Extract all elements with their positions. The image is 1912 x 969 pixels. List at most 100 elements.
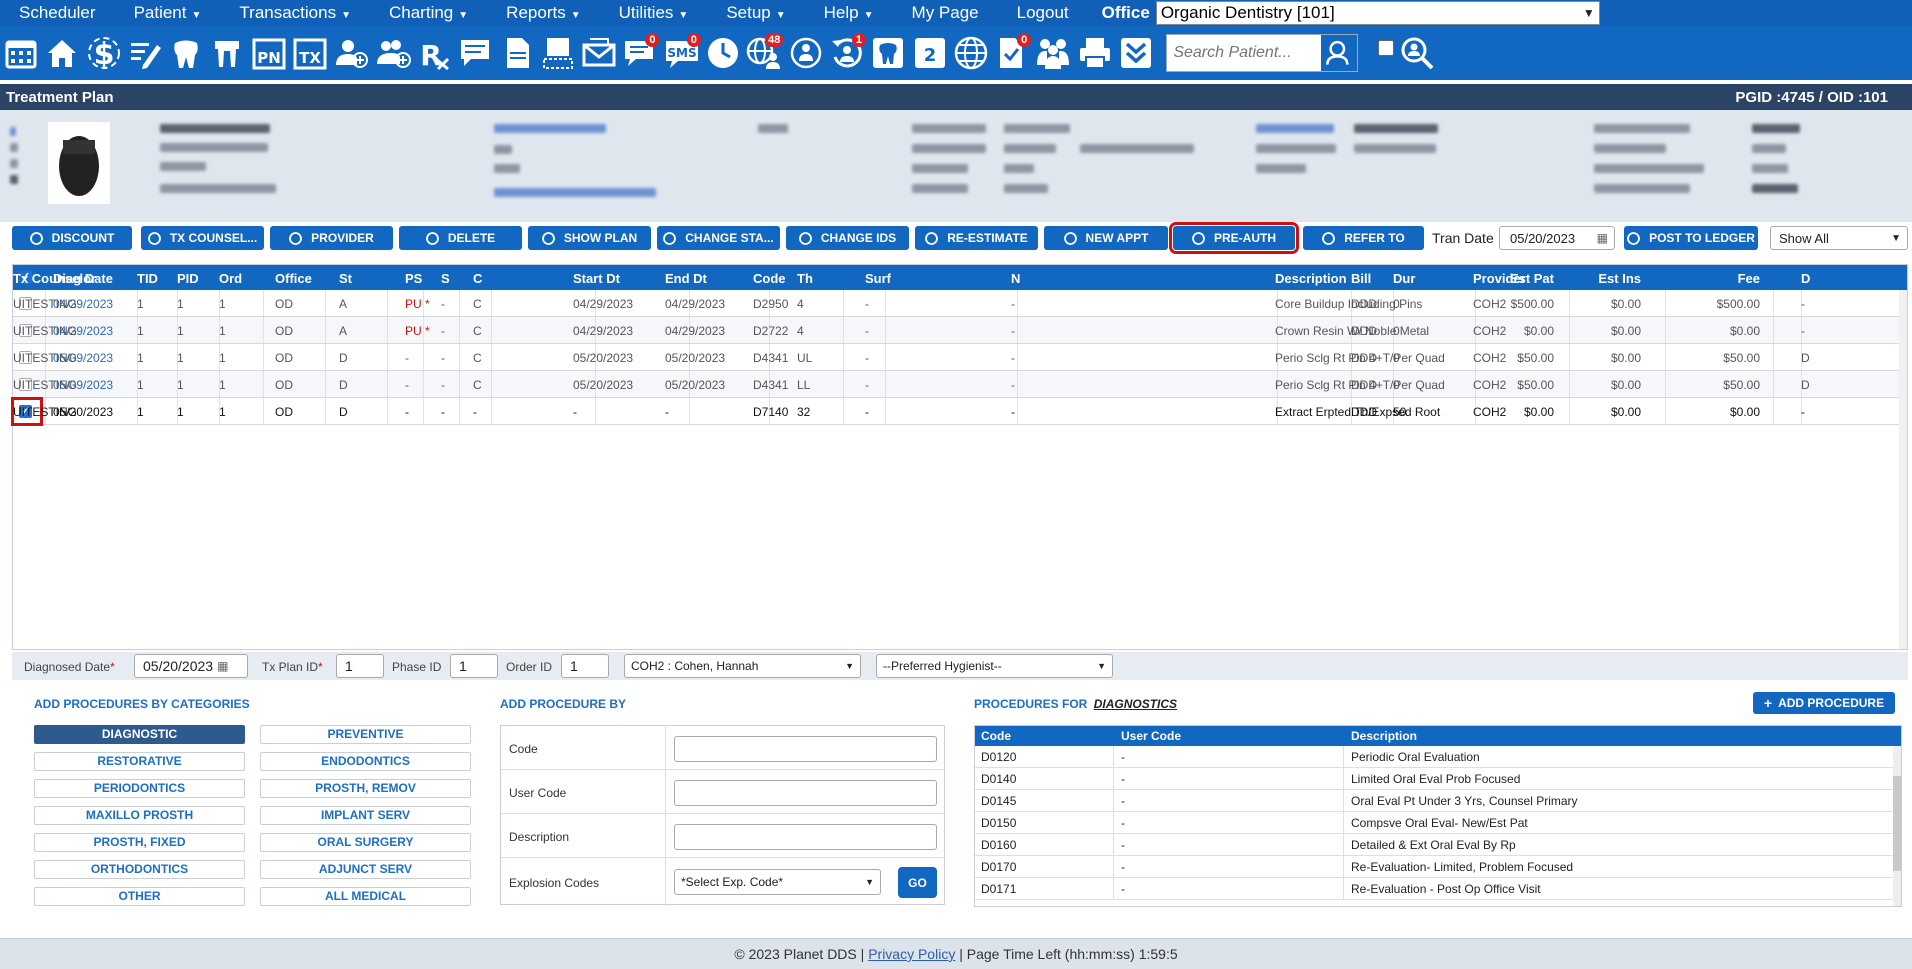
show-filter-select[interactable]: Show All ▼ — [1770, 226, 1908, 250]
delete-button[interactable]: DELETE — [399, 226, 522, 250]
category-implant-serv[interactable]: IMPLANT SERV — [260, 806, 471, 825]
category-other[interactable]: OTHER — [34, 887, 245, 906]
change-ids-button[interactable]: CHANGE IDS — [786, 226, 909, 250]
add-patient-icon[interactable] — [332, 31, 370, 75]
diag-date-input[interactable]: 05/20/2023 ▦ — [134, 654, 248, 678]
col-header-pid[interactable]: PID — [177, 271, 199, 286]
col-header-code[interactable]: Code — [753, 271, 786, 286]
privacy-policy-link[interactable]: Privacy Policy — [868, 946, 955, 962]
tx-icon[interactable]: TX — [291, 31, 329, 75]
user-code-input[interactable] — [674, 780, 937, 806]
category-orthodontics[interactable]: ORTHODONTICS — [34, 860, 245, 879]
order-id-input[interactable]: 1 — [561, 654, 609, 678]
col-header-start-dt[interactable]: Start Dt — [573, 271, 620, 286]
proc-col-description[interactable]: Description — [1351, 729, 1417, 743]
table-row[interactable]: 04/29/2023 1 1 1 OD A PU * - C 04/29/2023 04/29/20… — [13, 290, 1907, 317]
dollar-icon[interactable]: $ — [85, 31, 123, 75]
table-row[interactable]: 05/20/2023111ODD-----D714032--Extract Er… — [11, 397, 1907, 426]
home-icon[interactable] — [43, 31, 81, 75]
description-input[interactable] — [674, 824, 937, 850]
category-adjunct-serv[interactable]: ADJUNCT SERV — [260, 860, 471, 879]
procedure-row[interactable]: D0170 - Re-Evaluation- Limited, Problem Fo… — [975, 856, 1893, 878]
tooth-alt-icon[interactable] — [869, 31, 907, 75]
table-row[interactable]: 05/09/2023 1 1 1 OD D - - C 05/20/2023 05/20/2023 D… — [13, 344, 1907, 371]
col-header-ord[interactable]: Ord — [219, 271, 242, 286]
clock-icon[interactable] — [704, 31, 742, 75]
calendar-icon[interactable]: ▦ — [1597, 231, 1608, 245]
document-check-icon[interactable]: 0 — [993, 31, 1032, 75]
show-plan-button[interactable]: SHOW PLAN — [528, 226, 651, 250]
phase-id-input[interactable]: 1 — [450, 654, 498, 678]
printer-icon[interactable] — [1076, 31, 1114, 75]
tooth-icon[interactable] — [167, 31, 205, 75]
document-icon[interactable] — [498, 31, 536, 75]
col-header-s[interactable]: S — [441, 271, 450, 286]
sms-icon[interactable]: SMS 0 — [663, 31, 701, 75]
col-header-st[interactable]: St — [339, 271, 352, 286]
menu-transactions[interactable]: Transactions ▼ — [220, 3, 370, 23]
procedure-row[interactable]: D0120 - Periodic Oral Evaluation — [975, 746, 1893, 768]
pencil-list-icon[interactable] — [126, 31, 164, 75]
proc-col-user-code[interactable]: User Code — [1121, 729, 1181, 743]
add-family-icon[interactable] — [374, 31, 412, 75]
search-input[interactable] — [1167, 36, 1320, 70]
table-row[interactable]: 05/09/2023 1 1 1 OD D - - C 05/20/2023 05/20/2023 D… — [13, 371, 1907, 398]
procedure-row[interactable]: D0145 - Oral Eval Pt Under 3 Yrs, Counsel … — [975, 790, 1893, 812]
grid-scrollbar[interactable] — [1899, 290, 1907, 649]
tx-plan-id-input[interactable]: 1 — [336, 654, 384, 678]
col-header-bill[interactable]: Bill — [1351, 271, 1371, 286]
col-header-office[interactable]: Office — [275, 271, 312, 286]
category-prosth-fixed[interactable]: PROSTH, FIXED — [34, 833, 245, 852]
category-endodontics[interactable]: ENDODONTICS — [260, 752, 471, 771]
menu-logout[interactable]: Logout — [998, 3, 1088, 23]
code-input[interactable] — [674, 736, 937, 762]
col-header-est-pat[interactable]: Est Pat — [1510, 271, 1554, 286]
menu-my-page[interactable]: My Page — [893, 3, 998, 23]
col-header-est-ins[interactable]: Est Ins — [1598, 271, 1641, 286]
toolbar-checkbox[interactable] — [1378, 40, 1395, 56]
provider-select[interactable]: COH2 : Cohen, Hannah ▼ — [624, 654, 861, 678]
category-prosth-remov[interactable]: PROSTH, REMOV — [260, 779, 471, 798]
provider-button[interactable]: PROVIDER — [270, 226, 393, 250]
col-header-end-dt[interactable]: End Dt — [665, 271, 707, 286]
col-header-ps[interactable]: PS — [405, 271, 422, 286]
people-icon[interactable] — [1034, 31, 1072, 75]
hygienist-select[interactable]: --Preferred Hygienist-- ▼ — [876, 654, 1113, 678]
category-periodontics[interactable]: PERIODONTICS — [34, 779, 245, 798]
col-header-surf[interactable]: Surf — [865, 271, 891, 286]
procedures-scrollbar[interactable] — [1893, 746, 1901, 906]
add-procedure-button[interactable]: + ADD PROCEDURE — [1753, 692, 1895, 714]
globe-icon[interactable] — [952, 31, 990, 75]
globe-people-icon[interactable]: 48 — [745, 31, 784, 75]
scan-icon[interactable] — [539, 31, 577, 75]
explosion-code-select[interactable]: *Select Exp. Code* ▼ — [674, 869, 881, 895]
refer-to-button[interactable]: REFER TO — [1303, 226, 1424, 250]
menu-scheduler[interactable]: Scheduler — [0, 3, 115, 23]
col-header-n[interactable]: N — [1011, 271, 1020, 286]
tooth-roots-icon[interactable] — [208, 31, 246, 75]
refresh-user-icon[interactable]: 1 — [828, 31, 866, 75]
procedure-row[interactable]: D0140 - Limited Oral Eval Prob Focused — [975, 768, 1893, 790]
chevron-down-icon[interactable] — [1117, 31, 1155, 75]
menu-help[interactable]: Help ▼ — [805, 3, 893, 23]
menu-patient[interactable]: Patient ▼ — [115, 3, 221, 23]
post-to-ledger-button[interactable]: POST TO LEDGER — [1624, 226, 1758, 250]
col-header-tx-counselor[interactable]: Tx Counselor — [13, 271, 96, 286]
category-diagnostic[interactable]: DIAGNOSTIC — [34, 725, 245, 744]
table-row[interactable]: 04/29/2023 1 1 1 OD A PU * - C 04/29/2023 04/29/20… — [13, 317, 1907, 344]
notes-icon[interactable] — [456, 31, 494, 75]
category-restorative[interactable]: RESTORATIVE — [34, 752, 245, 771]
col-header-fee[interactable]: Fee — [1738, 271, 1760, 286]
proc-col-code[interactable]: Code — [981, 729, 1011, 743]
col-header-d[interactable]: D — [1801, 271, 1810, 286]
new-appt-button[interactable]: NEW APPT — [1044, 226, 1168, 250]
pn-icon[interactable]: PN — [250, 31, 288, 75]
category-preventive[interactable]: PREVENTIVE — [260, 725, 471, 744]
procedure-row[interactable]: D0160 - Detailed & Ext Oral Eval By Rp — [975, 834, 1893, 856]
col-header-c[interactable]: C — [473, 271, 482, 286]
procedure-row[interactable]: D0171 - Re-Evaluation - Post Op Office Vis… — [975, 878, 1893, 900]
col-header-th[interactable]: Th — [797, 271, 813, 286]
patient-avatar[interactable] — [48, 122, 110, 204]
calendar-icon[interactable] — [2, 31, 40, 75]
col-header-dur[interactable]: Dur — [1393, 271, 1415, 286]
